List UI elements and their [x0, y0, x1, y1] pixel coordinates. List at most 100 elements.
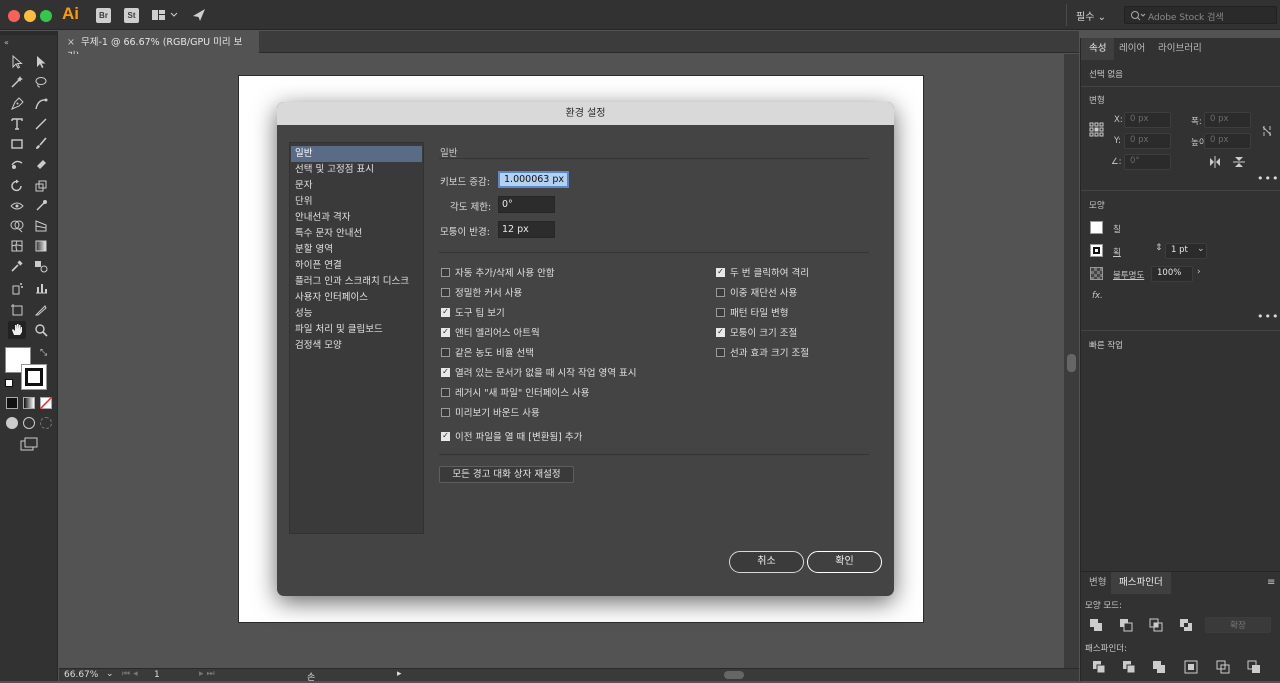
draw-behind-icon[interactable]: [23, 417, 35, 429]
zoom-dropdown-icon[interactable]: ⌄: [106, 669, 114, 679]
category-appearance-of-black[interactable]: 검정색 모양: [291, 338, 422, 354]
checkbox-box[interactable]: [716, 287, 725, 297]
flip-horizontal-icon[interactable]: [1209, 156, 1221, 171]
selection-tool-icon[interactable]: [8, 53, 26, 71]
tab-libraries[interactable]: 라이브러리: [1150, 38, 1210, 60]
append-converted-checkbox[interactable]: ✓ 이전 파일을 열 때 [변환됨] 추가: [441, 429, 582, 443]
checkbox-box[interactable]: ✓: [716, 327, 725, 337]
category-guides-grid[interactable]: 안내선과 격자: [291, 210, 422, 226]
select-same-tint-checkbox[interactable]: 같은 농도 비율 선택: [441, 345, 534, 359]
keyboard-increment-input[interactable]: 1.000063 px: [498, 171, 569, 188]
expand-button[interactable]: 확장: [1205, 617, 1271, 633]
default-colors-icon[interactable]: [5, 379, 13, 387]
reset-all-warnings-button[interactable]: 모든 경고 대화 상자 재설정: [439, 466, 574, 483]
curvature-tool-icon[interactable]: [32, 95, 50, 113]
stroke-swatch[interactable]: [21, 364, 47, 390]
paintbrush-tool-icon[interactable]: [32, 135, 50, 153]
effects-button[interactable]: fx.: [1092, 291, 1103, 301]
slice-tool-icon[interactable]: [32, 301, 50, 319]
show-tool-tips-checkbox[interactable]: ✓ 도구 팁 보기: [441, 305, 505, 319]
horizontal-scroll-thumb[interactable]: [724, 671, 744, 679]
width-input[interactable]: 0 px: [1204, 112, 1251, 128]
hand-tool-icon[interactable]: [8, 321, 26, 339]
category-units[interactable]: 단위: [291, 194, 422, 210]
checkbox-box[interactable]: ✓: [441, 307, 450, 317]
checkbox-box[interactable]: [441, 407, 450, 417]
rotate-tool-icon[interactable]: [8, 177, 26, 195]
opacity-arrow-icon[interactable]: ›: [1197, 267, 1201, 277]
close-tab-icon[interactable]: ×: [67, 37, 75, 48]
send-icon[interactable]: [191, 7, 207, 26]
category-plugins-scratch-disks[interactable]: 플러그 인과 스크래치 디스크: [291, 274, 422, 290]
magic-wand-tool-icon[interactable]: [8, 73, 26, 91]
eyedropper-tool-icon[interactable]: [8, 257, 26, 275]
category-user-interface[interactable]: 사용자 인터페이스: [291, 290, 422, 306]
fill-color-swatch[interactable]: [1090, 221, 1103, 234]
zoom-tool-icon[interactable]: [32, 321, 50, 339]
checkbox-box[interactable]: ✓: [441, 431, 450, 441]
category-type[interactable]: 문자: [291, 178, 422, 194]
category-smart-guides[interactable]: 특수 문자 안내선: [291, 226, 422, 242]
category-file-handling-clipboard[interactable]: 파일 처리 및 클립보드: [291, 322, 422, 338]
puppet-warp-tool-icon[interactable]: [32, 197, 50, 215]
shaper-tool-icon[interactable]: [8, 155, 26, 173]
cancel-button[interactable]: 취소: [729, 551, 804, 573]
transform-pattern-tiles-checkbox[interactable]: 패턴 타일 변형: [716, 305, 788, 319]
panel-grip[interactable]: [0, 31, 58, 35]
perspective-grid-tool-icon[interactable]: [32, 217, 50, 235]
checkbox-box[interactable]: [441, 347, 450, 357]
minimize-window-button[interactable]: [24, 10, 36, 22]
constrain-angle-input[interactable]: 0°: [498, 196, 555, 213]
checkbox-box[interactable]: [716, 307, 725, 317]
anti-aliased-artwork-checkbox[interactable]: ✓ 앤티 엘리어스 아트웍: [441, 325, 540, 339]
ok-button[interactable]: 확인: [807, 551, 882, 573]
use-preview-bounds-checkbox[interactable]: 미리보기 바운드 사용: [441, 405, 540, 419]
intersect-icon[interactable]: [1149, 618, 1163, 632]
artboard-nav-next-icon[interactable]: ▸⏭: [199, 669, 218, 679]
double-click-to-isolate-checkbox[interactable]: ✓ 두 번 클릭하여 격리: [716, 265, 809, 279]
opacity-label[interactable]: 불투명도: [1113, 269, 1144, 281]
width-tool-icon[interactable]: [8, 197, 26, 215]
exclude-icon[interactable]: [1179, 618, 1193, 632]
symbol-sprayer-tool-icon[interactable]: [8, 279, 26, 297]
none-mode-icon[interactable]: [40, 397, 52, 409]
direct-selection-tool-icon[interactable]: [32, 53, 50, 71]
checkbox-box[interactable]: ✓: [716, 267, 725, 277]
category-hyphenation[interactable]: 하이픈 연결: [291, 258, 422, 274]
screen-mode-icon[interactable]: [20, 437, 38, 454]
blend-tool-icon[interactable]: [32, 257, 50, 275]
stock-search-input[interactable]: Adobe Stock 검색: [1124, 6, 1277, 24]
arrange-documents-icon[interactable]: [151, 8, 179, 25]
constrain-proportions-icon[interactable]: [1261, 124, 1273, 141]
category-performance[interactable]: 성능: [291, 306, 422, 322]
rectangle-tool-icon[interactable]: [8, 135, 26, 153]
document-tab[interactable]: ×무제-1 @ 66.67% (RGB/GPU 미리 보기): [59, 31, 259, 62]
shape-builder-tool-icon[interactable]: [8, 217, 26, 235]
panel-menu-icon[interactable]: ≡: [1267, 577, 1275, 588]
bridge-button[interactable]: Br: [96, 8, 111, 23]
minus-front-icon[interactable]: [1119, 618, 1133, 632]
eraser-tool-icon[interactable]: [32, 155, 50, 173]
artboard-nav-prev-icon[interactable]: ⏮◂: [122, 669, 141, 679]
tab-pathfinder[interactable]: 패스파인더: [1111, 572, 1171, 594]
flip-vertical-icon[interactable]: [1233, 156, 1245, 171]
zoom-level[interactable]: 66.67%: [64, 670, 98, 680]
tab-transform[interactable]: 변형: [1081, 572, 1114, 594]
height-input[interactable]: 0 px: [1204, 133, 1251, 149]
swap-colors-icon[interactable]: ⤡: [40, 348, 47, 358]
artboard-number[interactable]: 1: [154, 670, 160, 680]
corner-radius-input[interactable]: 12 px: [498, 221, 555, 238]
pen-tool-icon[interactable]: [8, 95, 26, 113]
stroke-color-swatch[interactable]: [1090, 244, 1103, 257]
checkbox-box[interactable]: [441, 387, 450, 397]
japanese-crop-marks-checkbox[interactable]: 이중 재단선 사용: [716, 285, 797, 299]
trim-icon[interactable]: [1122, 660, 1136, 674]
divide-icon[interactable]: [1092, 660, 1106, 674]
transform-more-options-icon[interactable]: •••: [1257, 172, 1279, 185]
color-mode-icon[interactable]: [6, 397, 18, 409]
tab-properties[interactable]: 속성: [1081, 38, 1115, 60]
opacity-input[interactable]: 100%: [1151, 266, 1193, 282]
zoom-window-button[interactable]: [40, 10, 52, 22]
checkbox-box[interactable]: [441, 287, 450, 297]
y-input[interactable]: 0 px: [1124, 133, 1171, 149]
